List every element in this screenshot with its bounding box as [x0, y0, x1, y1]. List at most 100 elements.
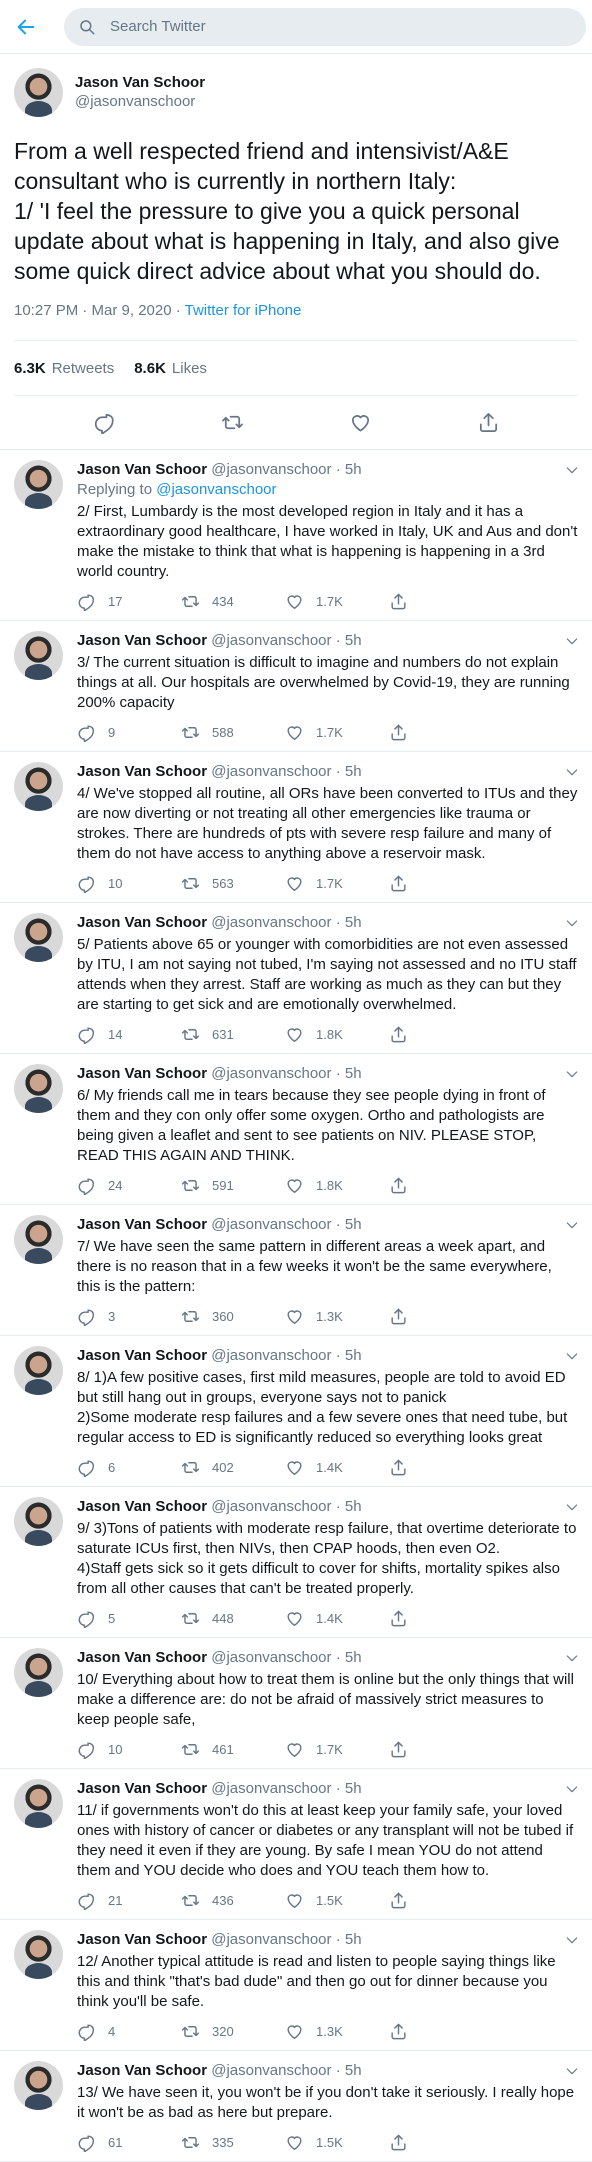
chevron-down-icon[interactable]	[564, 1066, 580, 1082]
avatar[interactable]	[14, 1497, 63, 1546]
reply-button[interactable]: 3	[77, 1307, 181, 1326]
author-handle[interactable]: @jasonvanschoor	[211, 1780, 331, 1797]
author-name[interactable]: Jason Van Schoor	[77, 1780, 207, 1797]
tweet-time[interactable]: 10:27 PM · Mar 9, 2020 ·	[14, 302, 185, 319]
tweet-time[interactable]: · 5h	[336, 763, 362, 780]
avatar[interactable]	[14, 762, 63, 811]
like-button[interactable]: 1.5K	[285, 1891, 389, 1910]
chevron-down-icon[interactable]	[564, 462, 580, 478]
reply-button[interactable]: 9	[77, 723, 181, 742]
author-name[interactable]: Jason Van Schoor	[75, 73, 205, 92]
chevron-down-icon[interactable]	[564, 764, 580, 780]
reply-tweet[interactable]: Jason Van Schoor @jasonvanschoor · 5h 4/…	[0, 752, 592, 903]
reply-tweet[interactable]: Jason Van Schoor @jasonvanschoor · 5h 13…	[0, 2051, 592, 2162]
reply-tweet[interactable]: Jason Van Schoor @jasonvanschoor · 5h 5/…	[0, 903, 592, 1054]
author-name[interactable]: Jason Van Schoor	[77, 632, 207, 649]
tweet-time[interactable]: · 5h	[336, 1216, 362, 1233]
reply-tweet[interactable]: Jason Van Schoor @jasonvanschoor · 5h 8/…	[0, 1336, 592, 1487]
author-handle[interactable]: @jasonvanschoor	[211, 1216, 331, 1233]
retweet-button[interactable]: 461	[181, 1740, 285, 1759]
author-handle[interactable]: @jasonvanschoor	[211, 1649, 331, 1666]
back-button[interactable]	[4, 5, 48, 49]
retweet-button[interactable]: 434	[181, 592, 285, 611]
retweet-button[interactable]: 335	[181, 2133, 285, 2152]
avatar[interactable]	[14, 460, 63, 509]
avatar[interactable]	[14, 1648, 63, 1697]
avatar[interactable]	[14, 1064, 63, 1113]
chevron-down-icon[interactable]	[564, 1348, 580, 1364]
likes-stat[interactable]: 8.6K Likes	[134, 360, 207, 377]
avatar[interactable]	[14, 2061, 63, 2110]
share-button[interactable]	[389, 723, 493, 742]
reply-button[interactable]: 21	[77, 1891, 181, 1910]
tweet-time[interactable]: · 5h	[336, 1780, 362, 1797]
share-button[interactable]	[389, 2133, 493, 2152]
search-box[interactable]	[64, 7, 586, 46]
tweet-time[interactable]: · 5h	[336, 1649, 362, 1666]
author-handle[interactable]: @jasonvanschoor	[211, 2062, 331, 2079]
chevron-down-icon[interactable]	[564, 2063, 580, 2079]
reply-tweet[interactable]: Jason Van Schoor @jasonvanschoor · 5h Re…	[0, 450, 592, 621]
heart-icon[interactable]	[349, 411, 372, 434]
author-handle[interactable]: @jasonvanschoor	[211, 763, 331, 780]
tweet-time[interactable]: · 5h	[336, 1498, 362, 1515]
author-name[interactable]: Jason Van Schoor	[77, 914, 207, 931]
like-button[interactable]: 1.7K	[285, 723, 389, 742]
share-button[interactable]	[389, 1609, 493, 1628]
like-button[interactable]: 1.5K	[285, 2133, 389, 2152]
tweet-time[interactable]: · 5h	[336, 632, 362, 649]
retweets-stat[interactable]: 6.3K Retweets	[14, 360, 114, 377]
reply-tweet[interactable]: Jason Van Schoor @jasonvanschoor · 5h 9/…	[0, 1487, 592, 1638]
chevron-down-icon[interactable]	[564, 915, 580, 931]
chevron-down-icon[interactable]	[564, 1932, 580, 1948]
focus-tweet[interactable]: Jason Van Schoor @jasonvanschoor From a …	[0, 54, 592, 450]
tweet-time[interactable]: · 5h	[336, 914, 362, 931]
retweet-button[interactable]: 631	[181, 1025, 285, 1044]
retweet-button[interactable]: 591	[181, 1176, 285, 1195]
chevron-down-icon[interactable]	[564, 1650, 580, 1666]
avatar[interactable]	[14, 1779, 63, 1828]
author-handle[interactable]: @jasonvanschoor	[211, 1498, 331, 1515]
retweet-button[interactable]: 448	[181, 1609, 285, 1628]
like-button[interactable]: 1.7K	[285, 1740, 389, 1759]
reply-button[interactable]: 10	[77, 874, 181, 893]
author-handle[interactable]: @jasonvanschoor	[211, 461, 331, 478]
reply-button[interactable]: 61	[77, 2133, 181, 2152]
reply-button[interactable]: 14	[77, 1025, 181, 1044]
author-handle[interactable]: @jasonvanschoor	[211, 1065, 331, 1082]
share-button[interactable]	[389, 1307, 493, 1326]
like-button[interactable]: 1.3K	[285, 1307, 389, 1326]
retweet-icon[interactable]	[221, 411, 244, 434]
tweet-time[interactable]: · 5h	[336, 2062, 362, 2079]
like-button[interactable]: 1.3K	[285, 2022, 389, 2041]
reply-button[interactable]: 5	[77, 1609, 181, 1628]
chevron-down-icon[interactable]	[564, 633, 580, 649]
author-handle[interactable]: @jasonvanschoor	[211, 632, 331, 649]
author-name[interactable]: Jason Van Schoor	[77, 1347, 207, 1364]
reply-button[interactable]: 24	[77, 1176, 181, 1195]
reply-button[interactable]: 17	[77, 592, 181, 611]
share-button[interactable]	[389, 592, 493, 611]
share-button[interactable]	[389, 874, 493, 893]
replying-mention[interactable]: @jasonvanschoor	[156, 481, 276, 498]
share-button[interactable]	[389, 2022, 493, 2041]
chevron-down-icon[interactable]	[564, 1499, 580, 1515]
reply-tweet[interactable]: Jason Van Schoor @jasonvanschoor · 5h 6/…	[0, 1054, 592, 1205]
share-button[interactable]	[389, 1740, 493, 1759]
share-button[interactable]	[389, 1025, 493, 1044]
tweet-time[interactable]: · 5h	[336, 1347, 362, 1364]
like-button[interactable]: 1.7K	[285, 874, 389, 893]
tweet-time[interactable]: · 5h	[336, 1065, 362, 1082]
author-name[interactable]: Jason Van Schoor	[77, 461, 207, 478]
author-name[interactable]: Jason Van Schoor	[77, 1498, 207, 1515]
retweet-button[interactable]: 436	[181, 1891, 285, 1910]
author-name[interactable]: Jason Van Schoor	[77, 763, 207, 780]
author-handle[interactable]: @jasonvanschoor	[211, 1931, 331, 1948]
avatar[interactable]	[14, 1346, 63, 1395]
like-button[interactable]: 1.7K	[285, 592, 389, 611]
chevron-down-icon[interactable]	[564, 1781, 580, 1797]
retweet-button[interactable]: 360	[181, 1307, 285, 1326]
share-button[interactable]	[389, 1891, 493, 1910]
search-input[interactable]	[110, 18, 530, 35]
like-button[interactable]: 1.8K	[285, 1025, 389, 1044]
